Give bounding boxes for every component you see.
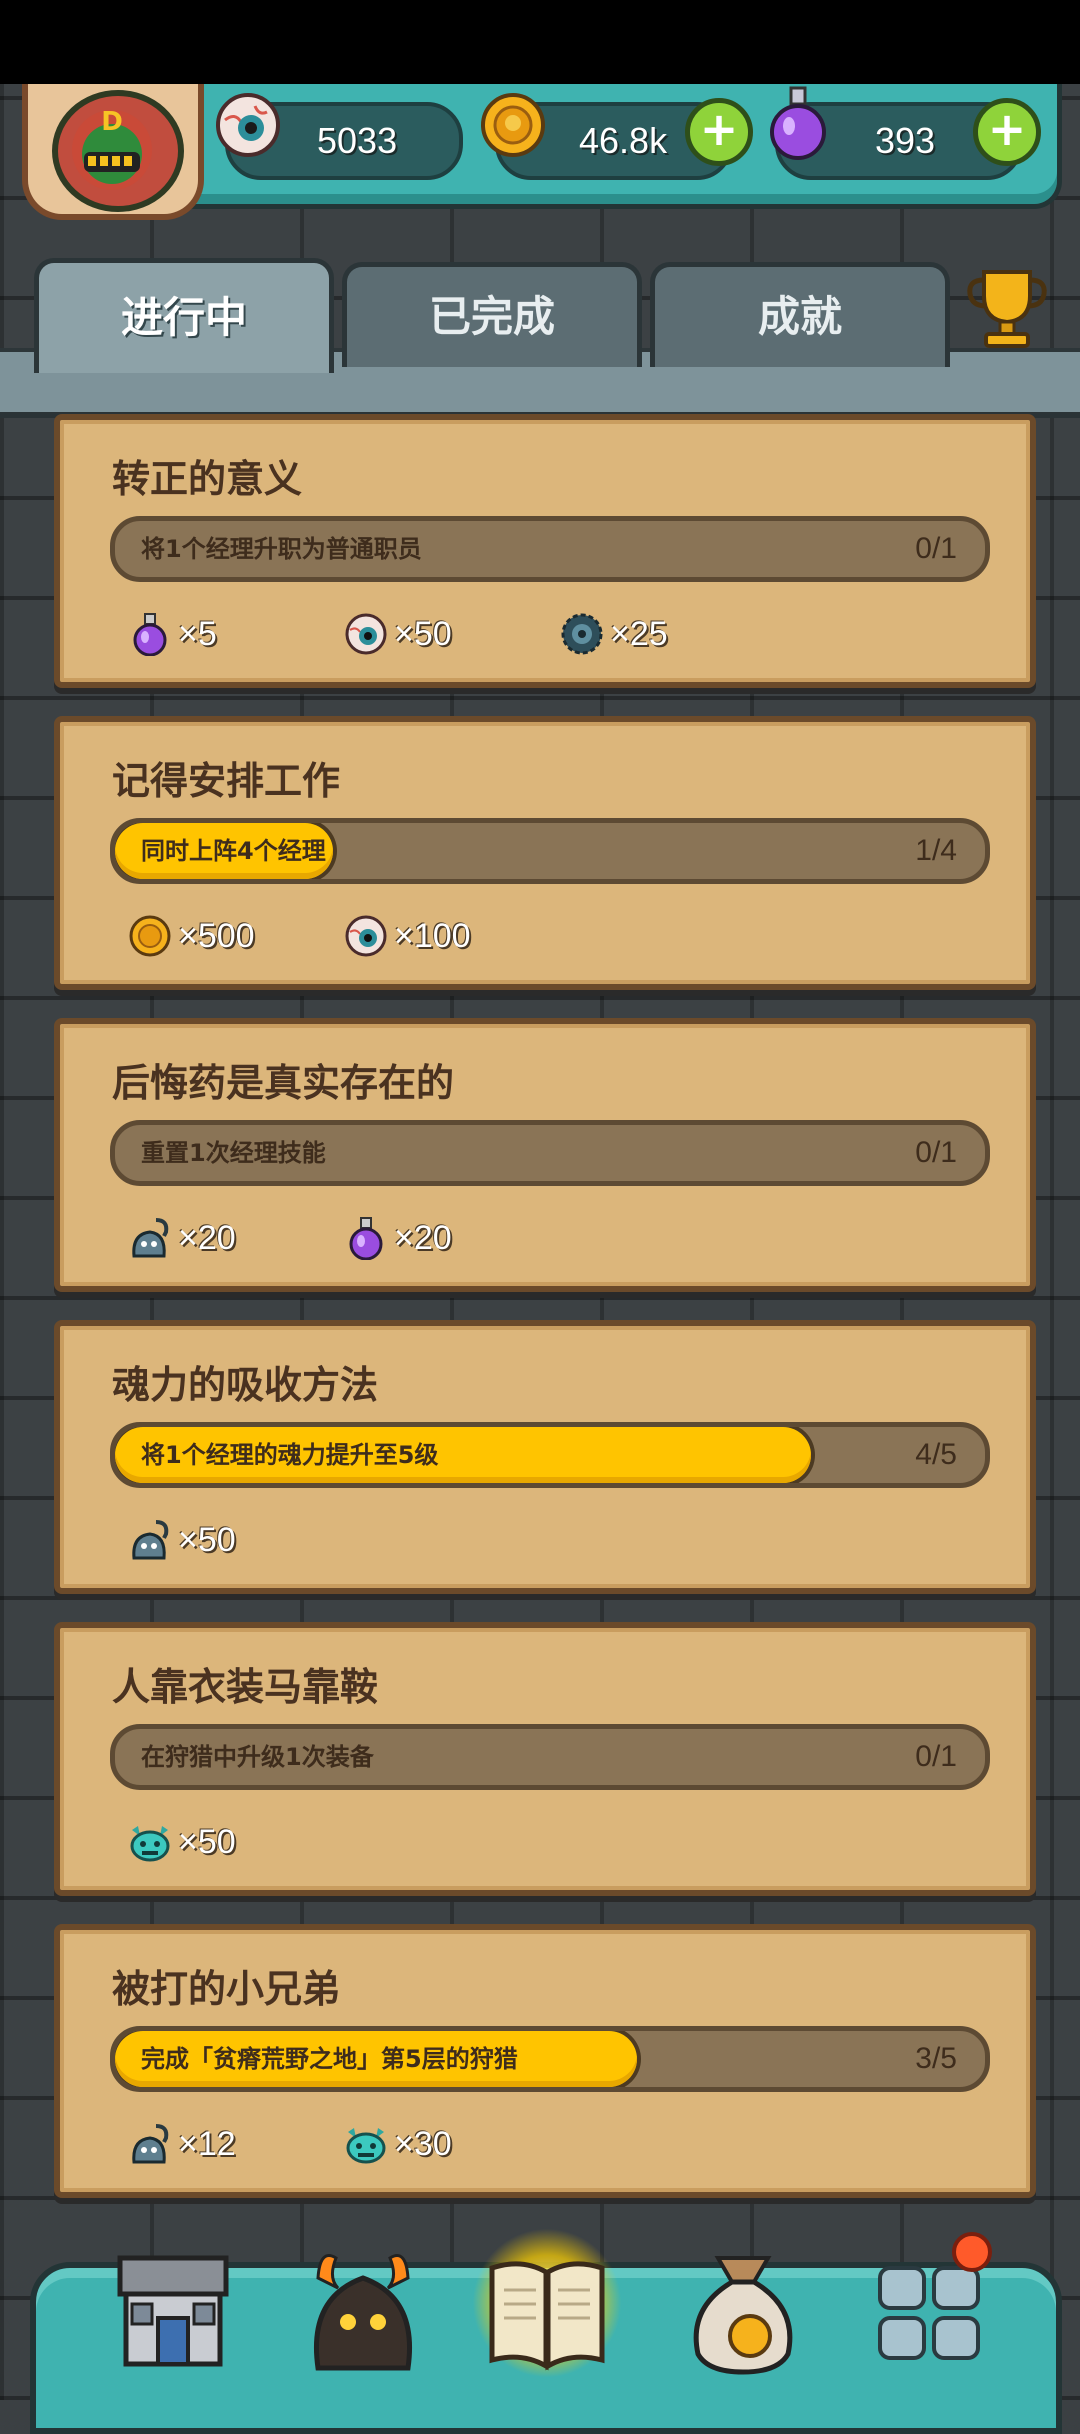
add-potion-button[interactable]: + [973,98,1041,166]
player-avatar-frame[interactable]: D [22,84,204,220]
reward-amount: ×500 [178,917,255,955]
eyeball-value: 5033 [317,120,398,161]
quest-description: 重置1次经理技能 [141,1139,326,1167]
tab-completed[interactable]: 已完成 [342,262,642,367]
quest-title: 转正的意义 [112,457,303,501]
reward-amount: ×12 [178,2125,236,2163]
teal-monster-icon [344,2122,388,2166]
teal-monster-icon [128,1820,172,1864]
nav-menu[interactable] [866,2232,996,2378]
quest-card[interactable]: 魂力的吸收方法将1个经理的魂力提升至5级 4/5 ×50 [54,1320,1036,1594]
quest-description: 在狩猎中升级1次装备 [141,1743,374,1771]
quest-card[interactable]: 被打的小兄弟完成「贫瘠荒野之地」第5层的狩猎 3/5 ×12 ×30 [54,1924,1036,2198]
purple-potion-icon [344,1216,388,1261]
quest-card[interactable]: 记得安排工作同时上阵4个经理 1/4 ×500 ×100 [54,716,1036,990]
notification-badge [952,2232,992,2272]
quest-title: 魂力的吸收方法 [112,1363,379,1407]
monster-avatar-icon: D [72,107,152,190]
gold-coin-icon [481,93,545,157]
quest-card[interactable]: 后悔药是真实存在的重置1次经理技能 0/1 ×20 ×20 [54,1018,1036,1292]
nav-bag[interactable] [678,2238,808,2378]
quest-progress-bar: 将1个经理的魂力提升至5级 4/5 [110,1422,990,1488]
purple-potion-icon [128,612,172,657]
quest-progress-bar: 完成「贫瘠荒野之地」第5层的狩猎 3/5 [110,2026,990,2092]
quest-title: 后悔药是真实存在的 [112,1061,455,1105]
nav-shop[interactable] [108,2238,238,2378]
reward-amount: ×20 [178,1219,236,1257]
shop-building-icon [117,2255,229,2367]
quest-progress-bar: 同时上阵4个经理 1/4 [110,818,990,884]
reward-amount: ×50 [394,615,452,653]
quest-progress-count: 1/4 [915,834,957,867]
quest-progress-bar: 在狩猎中升级1次装备 0/1 [110,1724,990,1790]
tab-in-progress[interactable]: 进行中 [34,258,334,373]
tab-achievements[interactable]: 成就 [650,262,950,367]
quest-card[interactable]: 转正的意义将1个经理升职为普通职员 0/1 ×5 ×50 ×25 [54,414,1036,688]
gear-icon [560,612,604,656]
quest-title: 被打的小兄弟 [112,1967,341,2011]
gold-coin-icon [128,914,172,958]
reward-amount: ×5 [178,615,217,653]
status-bar [0,0,1080,84]
add-coins-button[interactable]: + [685,98,753,166]
reward-amount: ×50 [178,1521,236,1559]
reward-amount: ×30 [394,2125,452,2163]
ghost-lantern-icon [128,1216,172,1260]
nav-monsters[interactable] [298,2238,428,2378]
quest-description: 完成「贫瘠荒野之地」第5层的狩猎 [141,2045,518,2073]
quest-progress-count: 0/1 [915,1740,957,1773]
eyeball-icon [344,612,388,656]
money-bag-icon [693,2256,793,2375]
open-book-icon [489,2261,605,2371]
potion-value: 393 [875,120,936,161]
coin-value: 46.8k [579,120,668,161]
trophy-icon[interactable] [962,262,1052,352]
quest-description: 将1个经理升职为普通职员 [141,535,422,563]
bottom-nav [30,2228,1062,2434]
ghost-lantern-icon [128,1518,172,1562]
reward-amount: ×50 [178,1823,236,1861]
quest-title: 记得安排工作 [112,759,341,803]
nav-quests[interactable] [472,2228,622,2378]
reward-amount: ×100 [394,917,471,955]
reward-amount: ×25 [610,615,668,653]
quest-progress-count: 4/5 [915,1438,957,1471]
svg-text:D: D [101,107,123,137]
resource-bar: 5033 46.8k + 393 + [150,84,1062,209]
quest-description: 将1个经理的魂力提升至5级 [141,1441,439,1469]
fire-monster-icon [314,2254,412,2371]
quest-title: 人靠衣装马靠鞍 [112,1665,379,1709]
quest-progress-bar: 将1个经理升职为普通职员 0/1 [110,516,990,582]
quest-description: 同时上阵4个经理 [141,837,326,865]
ghost-lantern-icon [128,2122,172,2166]
purple-potion-icon [770,86,826,160]
reward-amount: ×20 [394,1219,452,1257]
quest-progress-bar: 重置1次经理技能 0/1 [110,1120,990,1186]
quest-progress-count: 0/1 [915,532,957,565]
quest-progress-count: 3/5 [915,2042,957,2075]
eyeball-icon [344,914,388,958]
quest-card[interactable]: 人靠衣装马靠鞍在狩猎中升级1次装备 0/1 ×50 [54,1622,1036,1896]
quest-progress-count: 0/1 [915,1136,957,1169]
eyeball-icon [216,93,280,157]
